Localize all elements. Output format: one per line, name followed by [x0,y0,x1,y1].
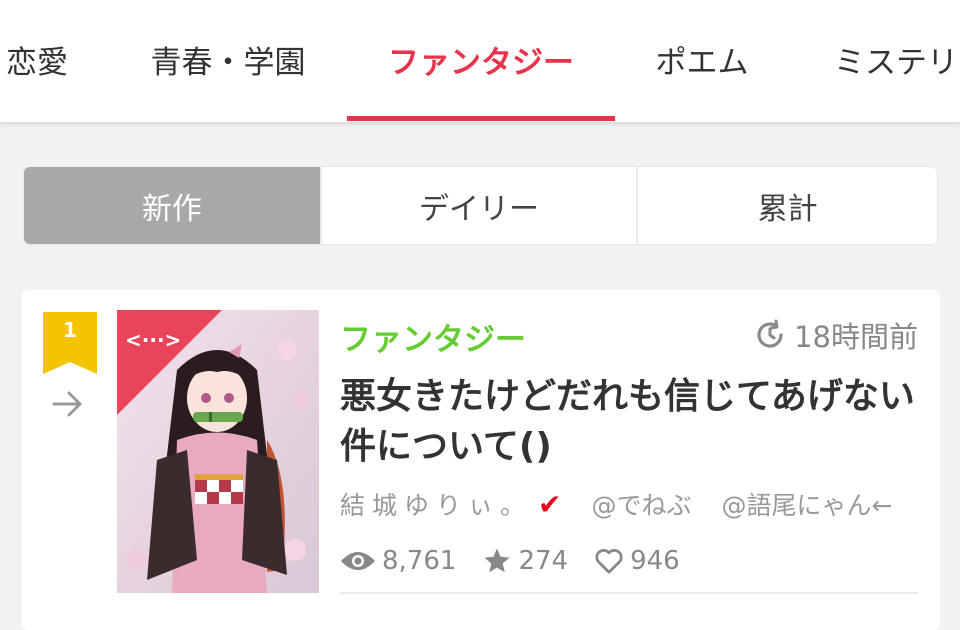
eye-icon [341,552,375,570]
segment-total[interactable]: 累計 [638,167,937,244]
story-stats: 8,761 274 946 [340,546,706,576]
time-ago-text: 18時間前 [794,320,918,354]
author-name[interactable]: 結城ゆりぃ。 [340,486,532,522]
star-icon [484,548,510,573]
cover-badge-text: <···> [125,328,182,352]
segment-daily[interactable]: デイリー [322,167,639,244]
tab-mystery[interactable]: ミステリー [834,0,960,118]
rank-badge: 1 [43,312,97,374]
rank-number: 1 [63,318,77,342]
likes-stat: 946 [594,546,680,576]
genre-tab-bar: 恋愛 青春・学園 ファンタジー ポエム ミステリー [0,0,960,122]
segment-new[interactable]: 新作 [24,167,322,244]
stars-count: 274 [518,546,569,576]
arrow-right-icon [52,391,82,417]
history-clock-icon [757,319,783,348]
tab-poem[interactable]: ポエム [654,0,750,118]
likes-count: 946 [630,546,680,576]
tab-fantasy[interactable]: ファンタジー [347,0,615,118]
author-line: 結城ゆりぃ。 ✔ @でねぶ @語尾にゃん← [340,486,892,522]
heart-outline-icon [595,549,623,574]
active-tab-indicator [347,116,615,121]
tab-romance[interactable]: 恋愛 [6,0,68,118]
collaborator-2[interactable]: @語尾にゃん← [722,486,893,522]
collaborator-1[interactable]: @でねぶ [591,486,691,522]
story-updated-time: 18時間前 [754,314,918,356]
verified-check-icon: ✔ [538,487,562,521]
views-count: 8,761 [382,546,457,576]
stars-stat: 274 [482,546,568,576]
card-divider [340,592,918,594]
story-cover-image[interactable]: <···> [117,310,319,593]
views-stat: 8,761 [340,546,456,576]
story-card[interactable]: 1 <···> ファンタジー 18時間前 悪女きたけどだれも信じてあげない件につ… [22,290,940,630]
story-genre-label[interactable]: ファンタジー [340,314,526,359]
tab-youth-school[interactable]: 青春・学園 [150,0,306,118]
ranking-segment-control: 新作 デイリー 累計 [24,167,937,244]
story-title[interactable]: 悪女きたけどだれも信じてあげない件について() [340,372,920,472]
